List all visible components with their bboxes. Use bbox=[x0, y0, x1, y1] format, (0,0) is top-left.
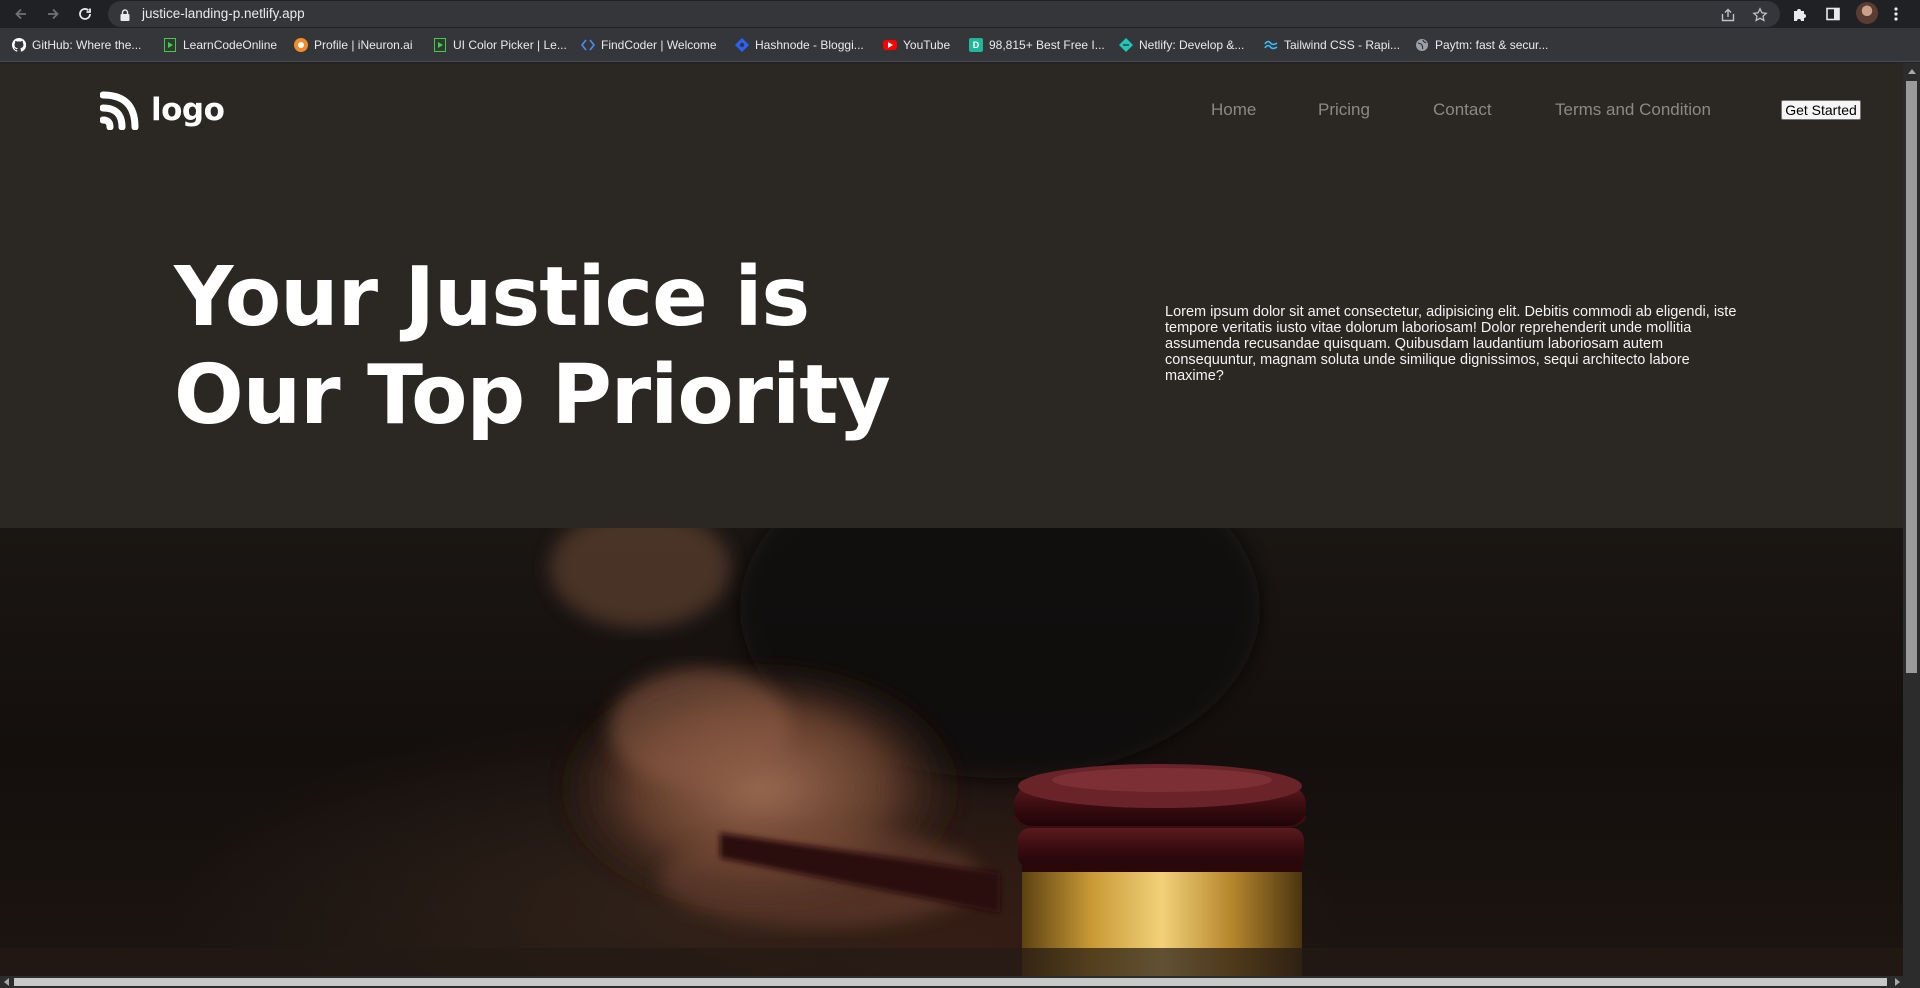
logo-text: logo bbox=[151, 91, 225, 128]
vertical-scroll-thumb[interactable] bbox=[1906, 81, 1917, 673]
nav-contact-link[interactable]: Contact bbox=[1433, 100, 1492, 120]
bookmark-youtube[interactable]: YouTube bbox=[883, 37, 950, 53]
star-icon[interactable] bbox=[1751, 6, 1769, 24]
site-header: logo Home Pricing Contact Terms and Cond… bbox=[0, 63, 1903, 159]
bookmark-tailwind[interactable]: Tailwind CSS - Rapi... bbox=[1264, 37, 1400, 53]
bookmark-learncodeonline[interactable]: LearnCodeOnline bbox=[163, 37, 277, 53]
horizontal-scrollbar[interactable] bbox=[0, 976, 1903, 988]
browser-toolbar: justice-landing-p.netlify.app bbox=[0, 0, 1920, 28]
nav-home-link[interactable]: Home bbox=[1211, 100, 1256, 120]
bookmark-label: YouTube bbox=[903, 38, 951, 52]
forward-arrow-icon[interactable] bbox=[44, 5, 62, 23]
bookmark-label: Paytm: fast & secur... bbox=[1435, 38, 1549, 52]
netlify-icon bbox=[1119, 38, 1133, 52]
lock-icon[interactable] bbox=[120, 8, 130, 21]
bookmark-label: UI Color Picker | Le... bbox=[453, 38, 567, 52]
bookmark-label: 98,815+ Best Free I... bbox=[989, 38, 1105, 52]
rss-wave-logo-icon bbox=[100, 91, 139, 130]
bookmark-ui-color-picker[interactable]: UI Color Picker | Le... bbox=[433, 37, 567, 53]
profile-avatar[interactable] bbox=[1856, 2, 1878, 24]
bookmark-findcoder[interactable]: FindCoder | Welcome bbox=[581, 37, 717, 53]
play-square-icon bbox=[163, 38, 177, 52]
site-logo[interactable]: logo bbox=[100, 89, 225, 130]
bookmark-label: Netlify: Develop &... bbox=[1139, 38, 1245, 52]
d-square-icon: D bbox=[969, 38, 983, 52]
youtube-icon bbox=[883, 40, 897, 50]
share-icon[interactable] bbox=[1719, 6, 1737, 24]
hero-description: Lorem ipsum dolor sit amet consectetur, … bbox=[1165, 304, 1737, 384]
bookmark-free-images[interactable]: D 98,815+ Best Free I... bbox=[969, 37, 1105, 53]
get-started-button[interactable]: Get Started bbox=[1781, 100, 1861, 120]
tailwind-icon bbox=[1264, 38, 1278, 52]
url-text[interactable]: justice-landing-p.netlify.app bbox=[142, 6, 305, 21]
bookmark-paytm[interactable]: Paytm: fast & secur... bbox=[1415, 37, 1548, 53]
page-viewport: logo Home Pricing Contact Terms and Cond… bbox=[0, 63, 1903, 976]
bookmark-ineuron[interactable]: Profile | iNeuron.ai bbox=[294, 37, 413, 53]
scroll-up-arrow-icon[interactable] bbox=[1903, 63, 1920, 80]
bookmark-label: GitHub: Where the... bbox=[32, 38, 142, 52]
scroll-left-arrow-icon[interactable] bbox=[0, 976, 12, 988]
bookmark-netlify[interactable]: Netlify: Develop &... bbox=[1119, 37, 1244, 53]
hashnode-icon bbox=[735, 38, 749, 52]
scrollbar-corner bbox=[1903, 976, 1920, 988]
bookmark-label: Profile | iNeuron.ai bbox=[314, 38, 413, 52]
hero-title: Your Justice is Our Top Priority bbox=[174, 249, 894, 445]
ineuron-icon bbox=[294, 38, 308, 52]
bookmark-label: Hashnode - Bloggi... bbox=[755, 38, 864, 52]
bookmarks-bar: GitHub: Where the... LearnCodeOnline Pro… bbox=[0, 28, 1920, 62]
back-arrow-icon[interactable] bbox=[12, 5, 30, 23]
play-square-icon bbox=[433, 38, 447, 52]
hero-title-line-1: Your Justice is bbox=[174, 250, 810, 345]
horizontal-scroll-thumb[interactable] bbox=[14, 978, 1887, 986]
code-brackets-icon bbox=[581, 38, 595, 52]
bookmark-label: Tailwind CSS - Rapi... bbox=[1284, 38, 1401, 52]
kebab-menu-icon[interactable] bbox=[1886, 4, 1906, 24]
judge-gavel-photo bbox=[0, 528, 1903, 976]
nav-pricing-link[interactable]: Pricing bbox=[1318, 100, 1370, 120]
address-bar[interactable]: justice-landing-p.netlify.app bbox=[108, 1, 1780, 27]
nav-terms-link[interactable]: Terms and Condition bbox=[1555, 100, 1711, 120]
scroll-right-arrow-icon[interactable] bbox=[1891, 976, 1903, 988]
bookmark-github[interactable]: GitHub: Where the... bbox=[12, 37, 141, 53]
github-icon bbox=[12, 38, 26, 52]
bookmark-label: LearnCodeOnline bbox=[183, 38, 278, 52]
side-panel-icon[interactable] bbox=[1823, 4, 1843, 24]
reload-icon[interactable] bbox=[76, 5, 94, 23]
hero-title-line-2: Our Top Priority bbox=[174, 348, 891, 443]
bookmark-label: FindCoder | Welcome bbox=[601, 38, 717, 52]
extensions-puzzle-icon[interactable] bbox=[1790, 4, 1810, 24]
vertical-scrollbar[interactable] bbox=[1903, 63, 1920, 976]
bookmark-hashnode[interactable]: Hashnode - Bloggi... bbox=[735, 37, 864, 53]
globe-icon bbox=[1415, 38, 1429, 52]
